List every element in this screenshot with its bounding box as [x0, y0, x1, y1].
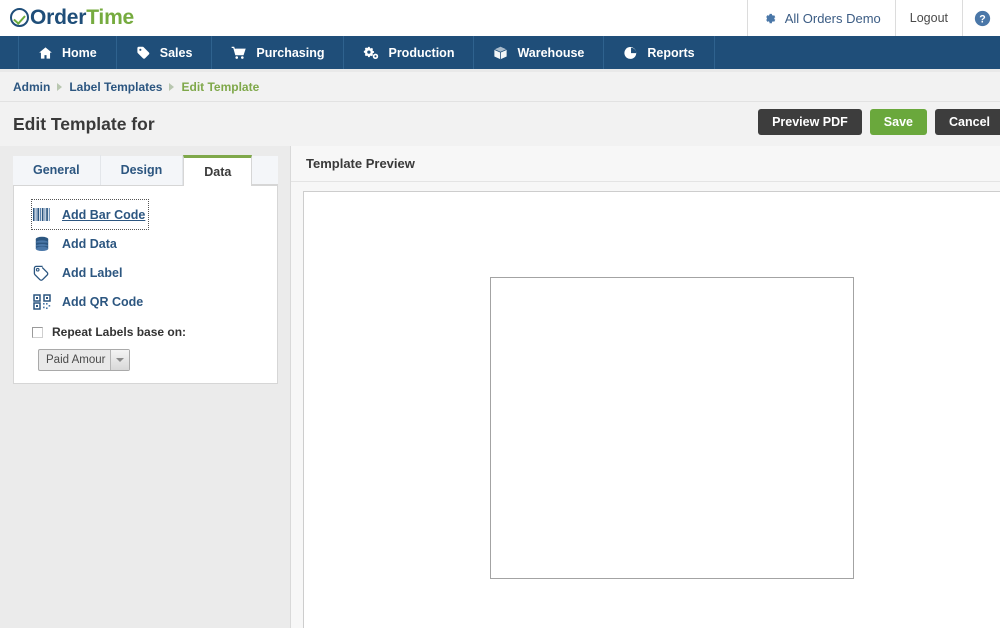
logo-text-time: Time — [86, 5, 135, 29]
template-canvas[interactable] — [303, 191, 1000, 628]
data-tab-panel: Add Bar Code Add Data Add Label Add QR C… — [13, 186, 278, 384]
nav-item-home[interactable]: Home — [18, 36, 117, 69]
tool-label: Add QR Code — [62, 294, 144, 309]
breadcrumb-item-edit-template: Edit Template — [181, 79, 260, 94]
repeat-labels-checkbox[interactable] — [32, 326, 43, 338]
repeat-base-select[interactable]: Paid Amour — [38, 349, 130, 371]
page-actions: Preview PDF Save Cancel — [758, 109, 1000, 135]
logo-text-order: Order — [30, 5, 87, 29]
barcode-icon — [33, 207, 50, 221]
nav-item-production[interactable]: Production — [344, 36, 475, 69]
help-circle-icon: ? — [974, 10, 991, 26]
add-qr-code-button[interactable]: Add QR Code — [32, 287, 277, 316]
tool-label: Add Bar Code — [62, 207, 146, 222]
database-icon — [35, 236, 49, 251]
template-preview-panel: Template Preview — [290, 146, 1000, 628]
tool-label: Add Data — [62, 236, 117, 251]
tab-general[interactable]: General — [13, 155, 101, 185]
home-icon — [39, 46, 52, 59]
tool-label: Add Label — [62, 265, 123, 280]
label-design-rectangle[interactable] — [490, 277, 854, 579]
template-preview-body — [291, 182, 1000, 628]
nav-label: Sales — [159, 45, 193, 60]
nav-label: Production — [388, 45, 455, 60]
logout-label: Logout — [909, 11, 948, 25]
page-header: Edit Template for Preview PDF Save Cance… — [0, 102, 1000, 146]
tab-design[interactable]: Design — [101, 155, 184, 185]
chevron-down-icon[interactable] — [110, 350, 129, 370]
repeat-labels-row: Repeat Labels base on: — [32, 325, 277, 339]
breadcrumb-separator-icon — [169, 82, 175, 91]
svg-text:?: ? — [979, 13, 985, 25]
add-data-button[interactable]: Add Data — [32, 229, 277, 258]
gear-icon — [765, 13, 775, 23]
top-right-group: All Orders Demo Logout ? — [746, 0, 1000, 36]
repeat-labels-label: Repeat Labels base on: — [52, 325, 187, 339]
account-label: All Orders Demo — [784, 10, 881, 26]
breadcrumb-item-admin[interactable]: Admin — [13, 80, 50, 94]
tab-strip-filler — [252, 155, 278, 185]
add-label-button[interactable]: Add Label — [32, 258, 277, 287]
repeat-base-select-value: Paid Amour — [46, 354, 106, 366]
pie-chart-icon — [624, 46, 637, 59]
cart-icon — [232, 46, 247, 59]
content-area: General Design Data Add Bar Code Add Dat… — [0, 146, 1000, 628]
nav-label: Warehouse — [517, 45, 585, 60]
save-button[interactable]: Save — [869, 109, 927, 135]
box-icon — [494, 46, 508, 59]
cancel-button[interactable]: Cancel — [935, 109, 1000, 135]
top-utility-bar: Order Time All Orders Demo Logout ? — [0, 0, 1000, 36]
tag-icon — [33, 265, 49, 281]
nav-label: Home — [62, 45, 97, 60]
app-logo[interactable]: Order Time — [0, 6, 134, 30]
logout-button[interactable]: Logout — [894, 0, 962, 36]
check-circle-icon — [10, 8, 29, 27]
nav-item-purchasing[interactable]: Purchasing — [212, 36, 345, 69]
page-title: Edit Template for — [13, 113, 155, 134]
gears-icon — [364, 46, 379, 59]
account-menu[interactable]: All Orders Demo — [746, 0, 895, 36]
nav-label: Purchasing — [256, 45, 325, 60]
nav-item-reports[interactable]: Reports — [604, 36, 715, 69]
main-navigation: Home Sales Purchasing Production Warehou… — [0, 36, 1000, 72]
nav-label: Reports — [647, 45, 695, 60]
breadcrumb-item-label-templates[interactable]: Label Templates — [69, 80, 162, 94]
add-bar-code-button[interactable]: Add Bar Code — [30, 199, 150, 230]
template-preview-title: Template Preview — [291, 146, 1000, 182]
editor-panel: General Design Data Add Bar Code Add Dat… — [0, 146, 290, 628]
qr-code-icon — [33, 293, 51, 310]
help-button[interactable]: ? — [962, 0, 1000, 36]
nav-item-sales[interactable]: Sales — [117, 36, 213, 69]
editor-tabs: General Design Data — [13, 155, 278, 186]
tab-data[interactable]: Data — [183, 155, 253, 186]
tag-icon — [137, 46, 150, 59]
breadcrumb-separator-icon — [57, 82, 63, 91]
nav-item-warehouse[interactable]: Warehouse — [474, 36, 605, 69]
breadcrumb: Admin Label Templates Edit Template — [0, 72, 1000, 102]
preview-pdf-button[interactable]: Preview PDF — [758, 109, 862, 135]
